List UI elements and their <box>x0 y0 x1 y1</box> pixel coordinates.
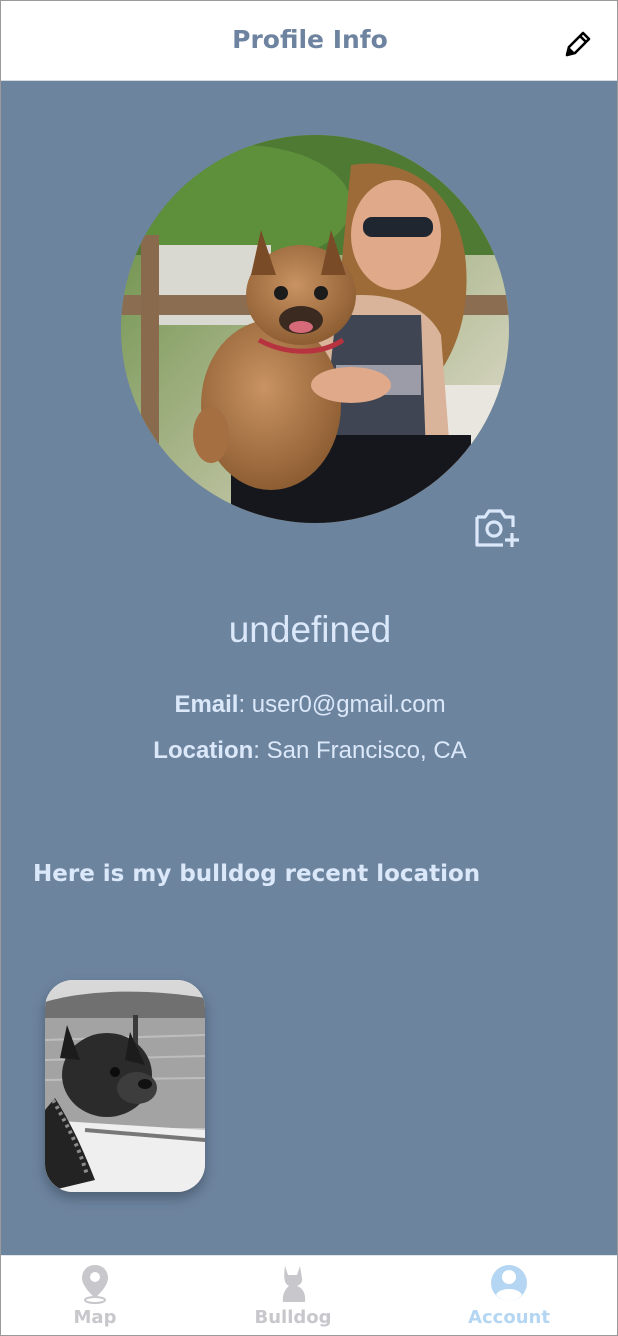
tab-map[interactable]: Map <box>1 1256 195 1335</box>
location-row: Location: San Francisco, CA <box>1 737 617 765</box>
account-icon <box>491 1265 527 1301</box>
edit-profile-button[interactable] <box>561 27 595 61</box>
profile-photo <box>121 135 509 523</box>
change-photo-button[interactable] <box>471 503 521 551</box>
location-value: : San Francisco, CA <box>253 737 467 764</box>
email-label: Email <box>174 691 239 718</box>
profile-name: undefined <box>228 609 392 650</box>
tab-account[interactable]: Account <box>409 1256 609 1335</box>
bulldog-location-photo[interactable] <box>45 980 205 1192</box>
email-row: Email: user0@gmail.com <box>1 691 617 719</box>
bottom-tab-bar: Map Bulldog Account <box>1 1255 617 1335</box>
location-label: Location <box>153 737 254 764</box>
tab-account-label: Account <box>468 1307 550 1328</box>
header-bar: Profile Info <box>1 1 617 81</box>
tab-bulldog-label: Bulldog <box>254 1307 332 1328</box>
tab-map-label: Map <box>73 1307 117 1328</box>
camera-plus-icon <box>475 509 519 547</box>
recent-location-heading: Here is my bulldog recent location <box>33 861 481 887</box>
app-frame: Profile Info undefined Email: user0@gmai… <box>0 0 618 1336</box>
map-pin-icon <box>82 1265 108 1304</box>
profile-content: undefined Email: user0@gmail.com Locatio… <box>1 81 617 1255</box>
email-value: : user0@gmail.com <box>238 691 446 718</box>
bulldog-icon <box>282 1266 306 1302</box>
pencil-icon <box>565 31 591 57</box>
page-title: Profile Info <box>232 25 388 54</box>
tab-bulldog[interactable]: Bulldog <box>193 1256 393 1335</box>
